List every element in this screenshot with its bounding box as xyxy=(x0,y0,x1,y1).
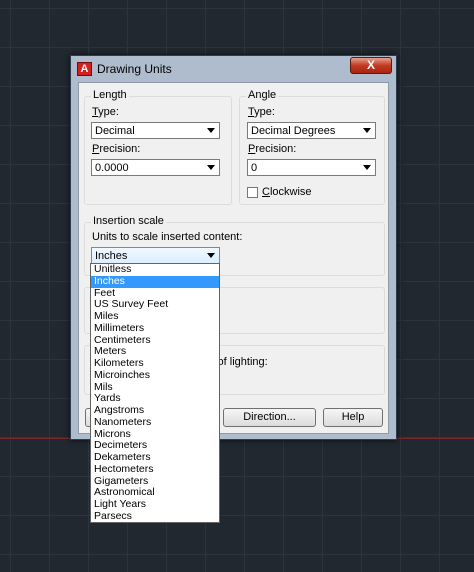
dropdown-option[interactable]: Microinches xyxy=(91,369,219,382)
dropdown-option[interactable]: Dekameters xyxy=(91,451,219,464)
close-button[interactable]: X xyxy=(350,57,392,74)
angle-group-label: Angle xyxy=(246,89,279,101)
angle-type-label-text: ype: xyxy=(254,106,275,118)
length-type-select[interactable]: Decimal xyxy=(91,122,220,139)
dropdown-option[interactable]: Inches xyxy=(91,275,219,288)
angle-precision-label-text: recision: xyxy=(255,143,297,155)
dropdown-option[interactable]: Parsecs xyxy=(91,510,219,522)
angle-type-select[interactable]: Decimal Degrees xyxy=(247,122,376,139)
dropdown-option[interactable]: Nanometers xyxy=(91,416,219,429)
angle-type-value: Decimal Degrees xyxy=(251,125,336,137)
angle-precision-select[interactable]: 0 xyxy=(247,159,376,176)
angle-type-label: Type: xyxy=(248,106,275,118)
direction-button[interactable]: Direction... xyxy=(223,408,316,427)
clockwise-label-text: lockwise xyxy=(269,186,312,198)
angle-precision-label: Precision: xyxy=(248,143,297,155)
insertion-units-dropdown-list[interactable]: Unitless Inches Feet US Survey Feet Miles Mil… xyxy=(90,263,220,523)
dropdown-option[interactable]: Kilometers xyxy=(91,357,219,370)
chevron-down-icon xyxy=(207,253,215,258)
chevron-down-icon xyxy=(363,128,371,133)
chevron-down-icon xyxy=(363,165,371,170)
length-type-value: Decimal xyxy=(95,125,135,137)
insertion-scale-group-label: Insertion scale xyxy=(91,215,166,227)
angle-precision-value: 0 xyxy=(251,162,258,174)
dropdown-option[interactable]: Millimeters xyxy=(91,322,219,335)
autocad-app-icon: A xyxy=(77,62,92,76)
length-precision-label-text: recision: xyxy=(99,143,141,155)
dropdown-option[interactable]: Light Years xyxy=(91,498,219,511)
length-group-label: Length xyxy=(91,89,129,101)
help-button[interactable]: Help xyxy=(323,408,383,427)
dropdown-option[interactable]: Unitless xyxy=(91,264,219,276)
title-bar[interactable]: A Drawing Units X xyxy=(71,56,396,81)
dropdown-option[interactable]: Angstroms xyxy=(91,404,219,417)
length-type-label: Type: xyxy=(92,106,119,118)
length-precision-select[interactable]: 0.0000 xyxy=(91,159,220,176)
length-precision-value: 0.0000 xyxy=(95,162,129,174)
chevron-down-icon xyxy=(207,165,215,170)
clockwise-checkbox[interactable] xyxy=(247,187,258,198)
units-to-scale-label: Units to scale inserted content: xyxy=(92,231,243,243)
length-type-label-text: ype: xyxy=(98,106,119,118)
insertion-units-value: Inches xyxy=(95,250,128,262)
dropdown-option[interactable]: Hectometers xyxy=(91,463,219,476)
dialog-title: Drawing Units xyxy=(97,62,172,76)
insertion-units-select[interactable]: Inches xyxy=(91,247,220,264)
dropdown-option[interactable]: Miles xyxy=(91,310,219,323)
length-precision-label: Precision: xyxy=(92,143,141,155)
clockwise-label[interactable]: Clockwise xyxy=(262,186,312,198)
chevron-down-icon xyxy=(207,128,215,133)
